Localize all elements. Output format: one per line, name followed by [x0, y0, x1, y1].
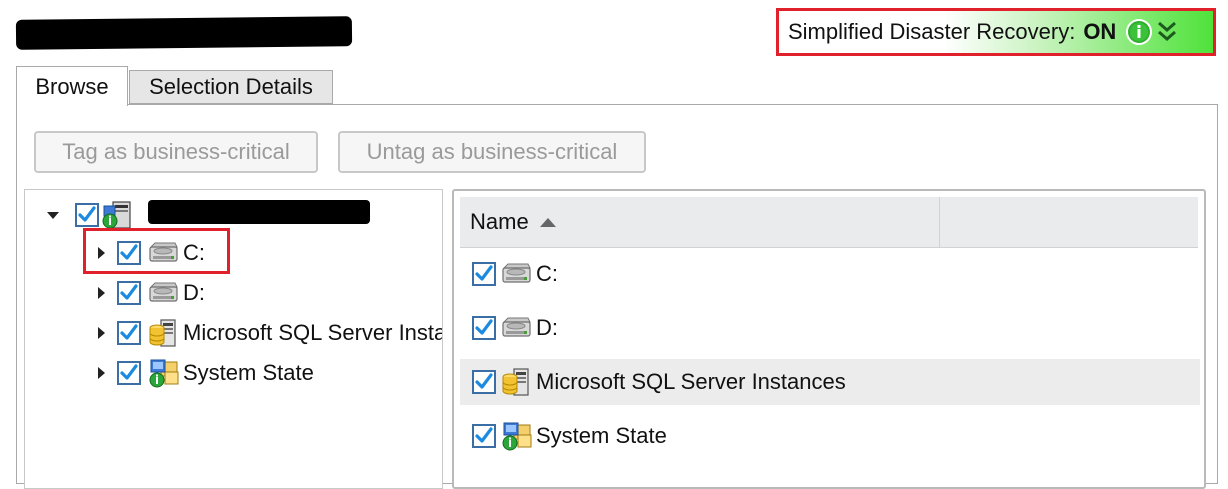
double-chevron-down-icon[interactable]: [1156, 19, 1178, 45]
tag-business-critical-button[interactable]: Tag as business-critical: [34, 131, 318, 173]
list-row[interactable]: D:: [460, 305, 1200, 351]
list-row-selected[interactable]: Microsoft SQL Server Instances: [460, 359, 1200, 405]
sdr-status: ON: [1083, 19, 1117, 44]
info-icon[interactable]: [1126, 19, 1153, 45]
list-row-label: C:: [536, 261, 558, 286]
column-name-label: Name: [470, 209, 529, 234]
drive-icon: [500, 313, 532, 343]
checkbox-checked-icon[interactable]: [472, 262, 496, 286]
redacted-title: [15, 16, 353, 50]
checkbox-checked-icon[interactable]: [472, 424, 496, 448]
checkbox-checked-icon[interactable]: [117, 361, 141, 385]
checkbox-checked-icon[interactable]: [75, 203, 99, 227]
caret-right-icon[interactable]: [93, 365, 109, 381]
tab-selection-details[interactable]: Selection Details: [129, 70, 333, 104]
checkbox-checked-icon[interactable]: [117, 281, 141, 305]
contents-list: Name C: D: Microsoft SQL Server Instance…: [452, 189, 1206, 489]
column-header-name[interactable]: Name: [460, 197, 940, 247]
tree-item-label: System State: [183, 360, 314, 385]
checkbox-checked-icon[interactable]: [472, 316, 496, 340]
server-icon: [101, 200, 133, 230]
drive-icon: [500, 259, 532, 289]
sql-server-icon: [147, 318, 179, 348]
c-drive-highlight: [83, 228, 230, 274]
tab-selection-details-label: Selection Details: [149, 74, 313, 99]
drive-icon: [147, 278, 179, 308]
redacted-server-name: [148, 200, 370, 224]
tree-item-sql-server[interactable]: Microsoft SQL Server Instances: [93, 316, 442, 350]
list-header: Name: [460, 197, 1198, 248]
list-row[interactable]: System State: [460, 413, 1200, 459]
tree-item-system-state[interactable]: System State: [93, 356, 314, 390]
list-row-label: D:: [536, 315, 558, 340]
caret-down-icon[interactable]: [45, 207, 61, 223]
system-state-icon: [147, 358, 179, 388]
untag-button-label: Untag as business-critical: [366, 139, 618, 164]
caret-right-icon[interactable]: [93, 325, 109, 341]
list-row[interactable]: C:: [460, 251, 1200, 297]
tab-browse-label: Browse: [35, 73, 109, 99]
tree-item-label: D:: [183, 280, 205, 305]
sdr-banner: Simplified Disaster Recovery: ON: [776, 8, 1216, 56]
list-row-label: Microsoft SQL Server Instances: [536, 369, 846, 394]
caret-right-icon[interactable]: [93, 285, 109, 301]
list-row-label: System State: [536, 423, 667, 448]
checkbox-checked-icon[interactable]: [117, 321, 141, 345]
tab-browse[interactable]: Browse: [16, 66, 128, 106]
sort-ascending-icon: [539, 218, 556, 227]
tree-root-node[interactable]: [45, 198, 133, 232]
untag-business-critical-button[interactable]: Untag as business-critical: [338, 131, 646, 173]
tag-button-label: Tag as business-critical: [62, 139, 290, 164]
checkbox-checked-icon[interactable]: [472, 370, 496, 394]
sql-server-icon: [500, 367, 532, 397]
system-state-icon: [500, 421, 532, 451]
sdr-label: Simplified Disaster Recovery:: [788, 19, 1076, 44]
tree-item-label: Microsoft SQL Server Instances: [183, 320, 442, 345]
tree-item-d-drive[interactable]: D:: [93, 276, 205, 310]
